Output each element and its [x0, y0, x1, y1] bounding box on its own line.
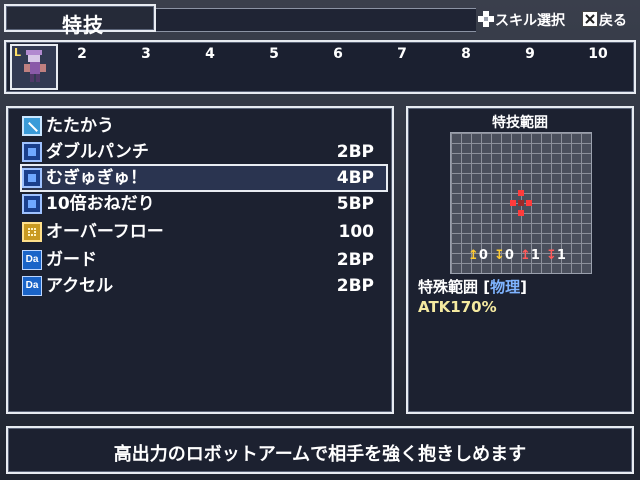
description-panel: 高出力のロボットアームで相手を強く抱きしめます: [6, 426, 634, 474]
x-button-icon: [582, 11, 598, 27]
da-icon: Da: [22, 276, 42, 296]
stat-down-indicator: ↧0: [494, 248, 514, 263]
skill-name: ダブルパンチ: [46, 142, 149, 162]
skill-row-mugyugyu[interactable]: むぎゅぎゅ！ 4BP: [20, 164, 388, 192]
skill-icon: [22, 194, 42, 214]
back-hint[interactable]: 戻る: [582, 10, 627, 30]
da-icon: Da: [22, 250, 42, 270]
skill-row-ten-times-beg[interactable]: 10倍おねだり 5BP: [22, 192, 386, 216]
skill-name: アクセル: [46, 276, 114, 296]
turn-number: 10: [588, 46, 608, 62]
current-turn-marker: L: [14, 46, 22, 59]
sword-icon: [22, 116, 42, 136]
skill-row-overflow[interactable]: オーバーフロー 100: [22, 220, 386, 244]
turn-number: 2: [77, 46, 87, 62]
stat-arrows: ↥0 ↧0 ↥1 ↧1: [458, 242, 588, 266]
header-bar: [156, 8, 476, 32]
stat-up-indicator: ↥0: [468, 248, 488, 263]
skill-row-double-punch[interactable]: ダブルパンチ 2BP: [22, 140, 386, 164]
skill-select-label: スキル選択: [495, 13, 565, 29]
menu-title-box: 特技: [4, 4, 156, 37]
turn-number: 5: [269, 46, 279, 62]
skill-name: たたかう: [46, 116, 114, 136]
skill-name: ガード: [46, 250, 97, 270]
skill-cost: 5BP: [336, 194, 374, 214]
skill-select-hint[interactable]: スキル選択: [478, 10, 565, 30]
range-type-label: 特殊範囲: [418, 278, 479, 296]
skill-cost: 4BP: [336, 168, 374, 188]
stat-down-indicator: ↧1: [546, 248, 566, 263]
range-title: 特技範囲: [492, 115, 548, 131]
skill-cost: 100: [338, 222, 375, 242]
skill-description: 高出力のロボットアームで相手を強く抱きしめます: [113, 444, 527, 465]
skill-list-panel: たたかう ダブルパンチ 2BP むぎゅぎゅ！ 4BP 10倍おねだり 5BP オ…: [6, 106, 394, 414]
range-cell: [518, 190, 524, 196]
skill-icon: [22, 142, 42, 162]
turn-number: 6: [333, 46, 343, 62]
skill-cost: 2BP: [336, 142, 374, 162]
dpad-icon: [478, 11, 494, 27]
range-cell: [518, 210, 524, 216]
back-label: 戻る: [599, 13, 627, 29]
turn-number: 4: [205, 46, 215, 62]
stat-up-indicator: ↥1: [520, 248, 540, 263]
range-cell: [526, 200, 532, 206]
skill-name: むぎゅぎゅ！: [46, 168, 147, 188]
skill-range-panel: 特技範囲 ↥0 ↧0 ↥1 ↧1 特殊範囲 [物理] ATK170%: [406, 106, 634, 414]
turn-number: 3: [141, 46, 151, 62]
range-cell: [510, 200, 516, 206]
atk-multiplier: ATK170%: [418, 298, 497, 316]
range-center-cell: [518, 200, 524, 206]
attack-attribute: 物理: [490, 278, 521, 296]
turn-number: 8: [461, 46, 471, 62]
turn-order-strip: L 2 3 4 5 6 7 8 9 10: [4, 40, 636, 94]
current-character-portrait[interactable]: L: [10, 44, 58, 90]
skill-row-accel[interactable]: Da アクセル 2BP: [22, 274, 386, 298]
skill-name: 10倍おねだり: [46, 194, 155, 214]
skill-cost: 2BP: [336, 250, 374, 270]
skill-cost: 2BP: [336, 276, 374, 296]
menu-title: 特技: [62, 13, 104, 37]
overflow-icon: [22, 222, 42, 242]
skill-icon: [22, 168, 42, 188]
skill-row-guard[interactable]: Da ガード 2BP: [22, 248, 386, 272]
skill-row-attack[interactable]: たたかう: [22, 114, 386, 138]
range-type-line: 特殊範囲 [物理]: [418, 278, 527, 296]
turn-number: 9: [525, 46, 535, 62]
skill-name: オーバーフロー: [46, 222, 164, 242]
turn-number: 7: [397, 46, 407, 62]
